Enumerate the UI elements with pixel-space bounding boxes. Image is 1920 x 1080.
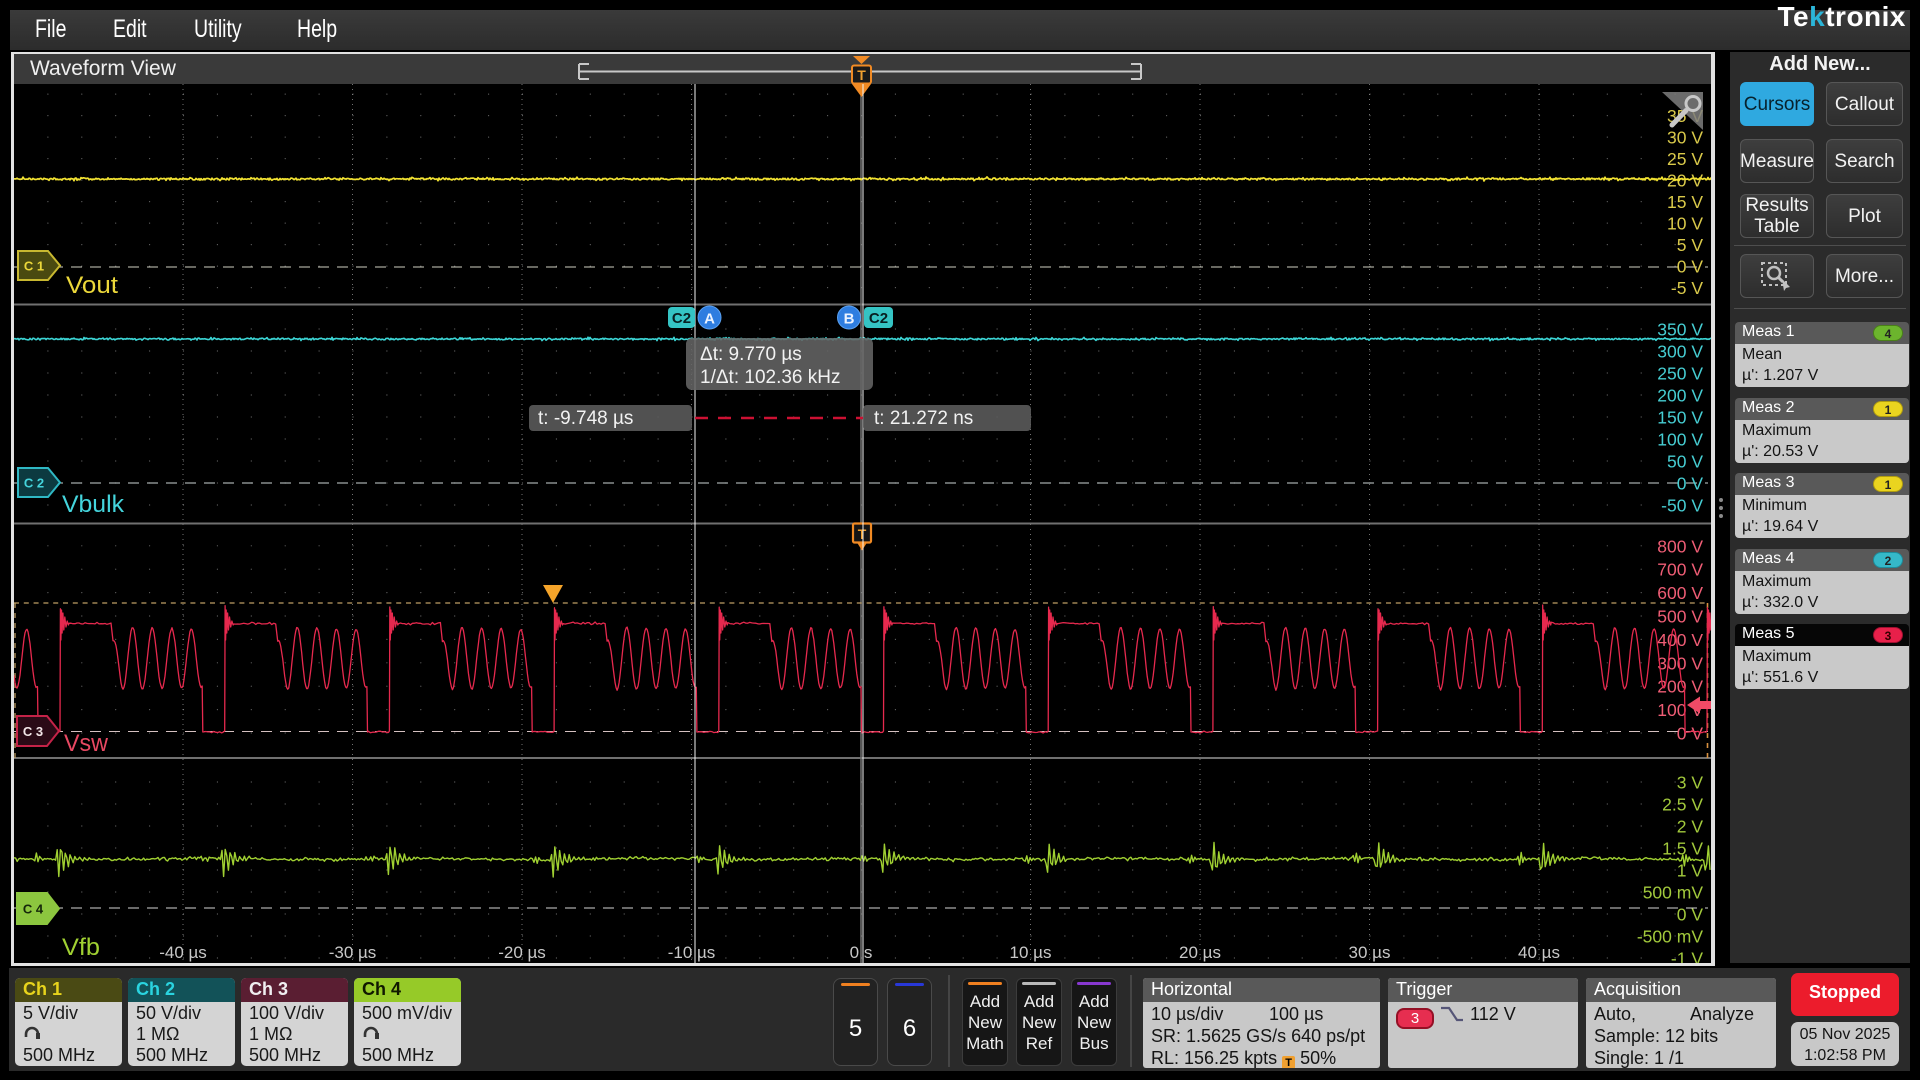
svg-text:Vfb: Vfb [62, 934, 100, 961]
svg-text:250 V: 250 V [1657, 364, 1703, 384]
svg-text:-50 V: -50 V [1661, 496, 1703, 516]
svg-text:0 V: 0 V [1677, 724, 1704, 744]
svg-text:Vout: Vout [66, 272, 118, 299]
svg-text:t: 21.272 ns: t: 21.272 ns [874, 408, 973, 429]
svg-text:30 V: 30 V [1667, 128, 1703, 148]
svg-text:2.5 V: 2.5 V [1662, 795, 1703, 815]
svg-text:10 V: 10 V [1667, 214, 1703, 234]
svg-text:1 V: 1 V [1677, 861, 1704, 881]
svg-text:800 V: 800 V [1657, 536, 1703, 556]
svg-text:-5 V: -5 V [1671, 278, 1703, 298]
svg-text:T: T [858, 526, 867, 542]
svg-text:350 V: 350 V [1657, 320, 1703, 340]
svg-text:50 V: 50 V [1667, 452, 1703, 472]
svg-text:600 V: 600 V [1657, 583, 1703, 603]
svg-text:150 V: 150 V [1657, 408, 1703, 428]
svg-text:-20 µs: -20 µs [498, 943, 546, 962]
svg-text:3 V: 3 V [1677, 773, 1704, 793]
svg-text:0 V: 0 V [1677, 905, 1704, 925]
svg-text:30 µs: 30 µs [1349, 943, 1391, 962]
svg-text:5 V: 5 V [1677, 235, 1704, 255]
svg-text:Δt: 9.770 µs: Δt: 9.770 µs [700, 344, 802, 365]
svg-text:500 V: 500 V [1657, 607, 1703, 627]
svg-text:A: A [704, 311, 715, 328]
svg-text:B: B [844, 311, 855, 328]
svg-text:0 V: 0 V [1677, 474, 1704, 494]
svg-text:C 3: C 3 [23, 724, 43, 739]
svg-text:t: -9.748 µs: t: -9.748 µs [538, 408, 633, 429]
svg-text:-10 µs: -10 µs [668, 943, 716, 962]
svg-text:25 V: 25 V [1667, 149, 1703, 169]
svg-text:20 µs: 20 µs [1179, 943, 1221, 962]
svg-text:200 V: 200 V [1657, 386, 1703, 406]
svg-text:700 V: 700 V [1657, 560, 1703, 580]
svg-text:C2: C2 [672, 310, 691, 327]
svg-text:400 V: 400 V [1657, 630, 1703, 650]
svg-text:-500 mV: -500 mV [1637, 927, 1703, 947]
svg-text:C2: C2 [869, 310, 888, 327]
svg-text:-1 V: -1 V [1671, 949, 1703, 964]
svg-text:1/Δt: 102.36 kHz: 1/Δt: 102.36 kHz [700, 367, 841, 388]
svg-text:C 4: C 4 [23, 902, 44, 917]
svg-text:0 V: 0 V [1677, 257, 1704, 277]
svg-text:C 2: C 2 [24, 476, 44, 491]
svg-text:15 V: 15 V [1667, 192, 1703, 212]
svg-text:Vbulk: Vbulk [62, 491, 125, 518]
svg-text:100 V: 100 V [1657, 430, 1703, 450]
svg-text:-30 µs: -30 µs [329, 943, 377, 962]
svg-text:0 s: 0 s [850, 943, 873, 962]
svg-text:500 mV: 500 mV [1643, 883, 1704, 903]
svg-text:-40 µs: -40 µs [159, 943, 207, 962]
svg-text:40 µs: 40 µs [1518, 943, 1560, 962]
svg-text:Vsw: Vsw [64, 730, 109, 757]
svg-text:C 1: C 1 [24, 259, 44, 274]
svg-text:T: T [857, 67, 866, 83]
svg-text:300 V: 300 V [1657, 342, 1703, 362]
svg-text:20 V: 20 V [1667, 171, 1703, 191]
svg-text:2 V: 2 V [1677, 817, 1704, 837]
svg-text:10 µs: 10 µs [1010, 943, 1052, 962]
